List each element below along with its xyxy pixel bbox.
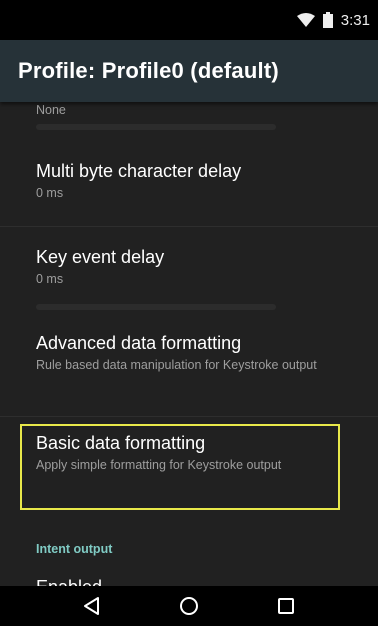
pref-multi-byte-delay[interactable]: Multi byte character delay 0 ms [36,160,358,202]
navigation-bar [0,586,378,626]
partial-bottom-title[interactable]: Enabled [36,576,102,586]
pref-title: Advanced data formatting [36,333,242,353]
wifi-icon [296,13,315,27]
partial-top-summary: None [36,103,66,117]
back-icon[interactable] [72,586,112,626]
app-bar: Profile: Profile0 (default) [0,40,378,102]
battery-icon [322,12,333,28]
divider [0,226,378,227]
status-bar: 3:31 [0,0,378,40]
recents-icon[interactable] [266,586,306,626]
status-time: 3:31 [340,11,370,29]
section-header-intent-output: Intent output [36,542,113,556]
home-icon[interactable] [169,586,209,626]
pref-basic-data-formatting[interactable]: Basic data formatting Apply simple forma… [36,432,334,474]
pref-key-event-delay[interactable]: Key event delay 0 ms [36,246,358,288]
pref-title: Multi byte character delay [36,161,242,181]
pref-summary: Rule based data manipulation for Keystro… [36,358,317,372]
pref-title: Basic data formatting [36,433,206,453]
divider [0,416,378,417]
pref-title: Key event delay [36,247,165,267]
faded-divider-text [36,304,276,310]
page-title: Profile: Profile0 (default) [18,58,279,83]
pref-summary: 0 ms [36,186,64,200]
faded-divider-text [36,124,276,130]
pref-summary: Apply simple formatting for Keystroke ou… [36,458,282,472]
preferences-list[interactable]: None Multi byte character delay 0 ms Key… [0,102,378,586]
pref-advanced-data-formatting[interactable]: Advanced data formatting Rule based data… [36,332,358,374]
pref-summary: 0 ms [36,272,64,286]
